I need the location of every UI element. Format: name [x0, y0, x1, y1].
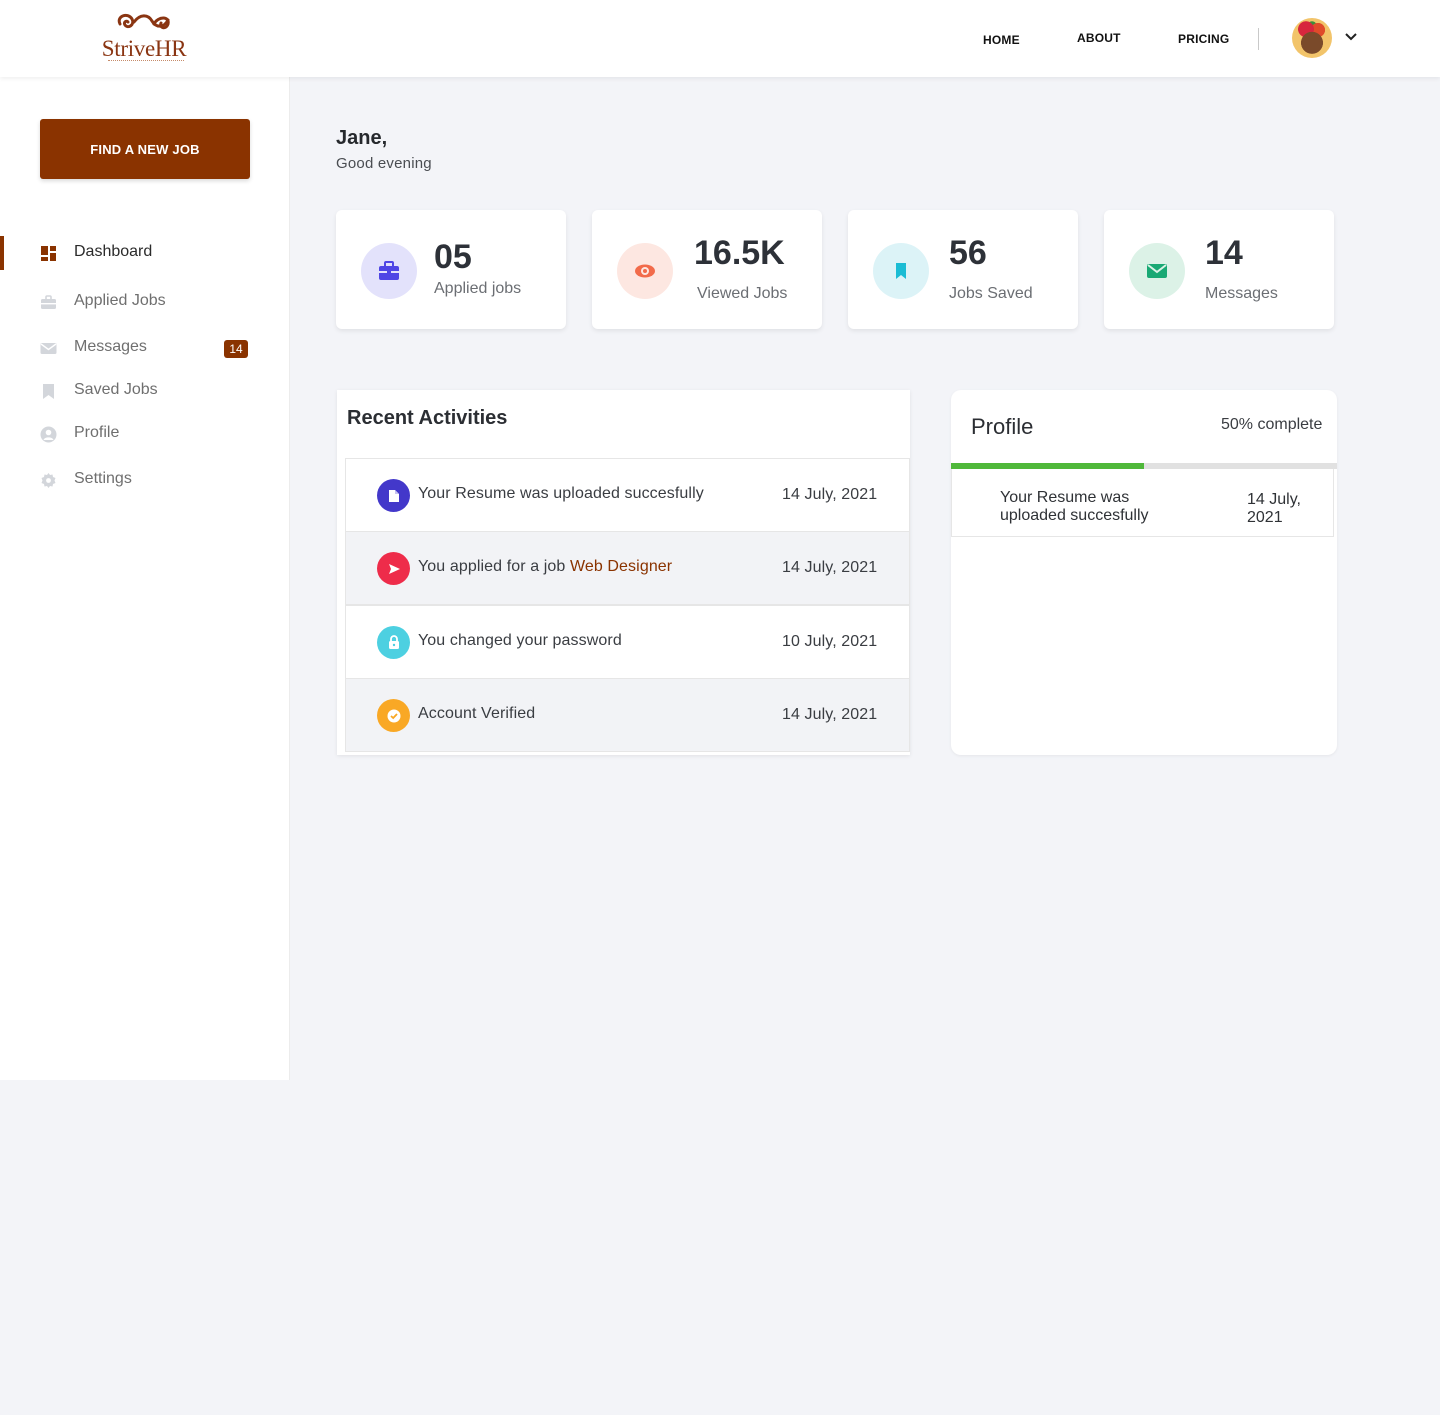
stat-value: 14 [1205, 234, 1243, 272]
stat-label: Viewed Jobs [697, 285, 788, 302]
recent-activities-title: Recent Activities [347, 407, 508, 429]
activity-icon-circle [377, 699, 410, 732]
greeting-name: Jane, [336, 127, 388, 149]
profile-activity-text: Your Resume was uploaded succesfully [1000, 489, 1149, 524]
stat-icon-circle [617, 243, 673, 299]
find-new-job-button[interactable]: FIND A NEW JOB [40, 119, 250, 179]
strivehr-logo[interactable]: StriveHR [96, 8, 192, 68]
sidebar-item-label: Settings [74, 470, 132, 487]
profile-title: Profile [971, 414, 1034, 439]
gear-icon [41, 473, 56, 488]
stat-card-messages[interactable]: 14 Messages [1104, 210, 1334, 329]
sidebar-item-label: Messages [74, 338, 147, 355]
sidebar-item-saved-jobs[interactable]: Saved Jobs [0, 374, 290, 408]
bookmark-icon [43, 384, 54, 399]
sidebar-item-label: Saved Jobs [74, 381, 158, 398]
activity-item[interactable]: Account Verified 14 July, 2021 [345, 678, 910, 752]
briefcase-icon [379, 261, 399, 280]
activity-text: Your Resume was uploaded succesfully [418, 485, 704, 502]
document-icon [388, 489, 399, 502]
activity-text: Account Verified [418, 705, 536, 722]
stat-label: Messages [1205, 285, 1278, 302]
greeting-subtitle: Good evening [336, 155, 432, 172]
avatar[interactable] [1292, 18, 1332, 58]
nav-pricing[interactable]: PRICING [1178, 32, 1229, 46]
activity-text: You applied for a job Web Designer [418, 558, 672, 576]
sidebar: FIND A NEW JOB Dashboard Applied Jobs Me… [0, 77, 290, 1080]
activity-text-prefix: You applied for a job [418, 558, 570, 575]
sidebar-item-messages[interactable]: Messages 14 [0, 331, 290, 365]
nav-about[interactable]: ABOUT [1077, 31, 1121, 45]
top-navbar: StriveHR HOME ABOUT PRICING [0, 0, 1440, 77]
sidebar-item-label: Profile [74, 424, 120, 441]
briefcase-icon [41, 295, 56, 309]
sidebar-item-profile[interactable]: Profile [0, 417, 290, 451]
stat-card-applied-jobs[interactable]: 05 Applied jobs [336, 210, 566, 329]
stat-icon-circle [873, 243, 929, 299]
logo-swirl-icon [117, 13, 170, 30]
stat-value: 16.5K [694, 234, 785, 272]
activity-item[interactable]: Your Resume was uploaded succesfully 14 … [345, 458, 910, 532]
sidebar-item-label: Applied Jobs [74, 292, 166, 309]
profile-activity-item[interactable]: Your Resume was uploaded succesfully 14 … [951, 469, 1334, 537]
stat-card-viewed-jobs[interactable]: 16.5K Viewed Jobs [592, 210, 822, 329]
eye-icon [635, 264, 655, 278]
mail-icon [1147, 264, 1167, 278]
activity-icon-circle [377, 626, 410, 659]
check-icon [387, 709, 400, 722]
activity-icon-circle [377, 479, 410, 512]
active-indicator [0, 236, 4, 270]
profile-panel: Profile 50% complete Your Resume was upl… [951, 390, 1337, 755]
stat-icon-circle [361, 243, 417, 299]
dashboard-icon [41, 246, 56, 261]
stat-value: 05 [434, 238, 472, 276]
send-icon [388, 563, 400, 574]
activity-date: 14 July, 2021 [782, 706, 878, 723]
lock-icon [388, 635, 399, 649]
activity-item[interactable]: You changed your password 10 July, 2021 [345, 605, 910, 679]
recent-activities-panel: Recent Activities Your Resume was upload… [337, 390, 910, 755]
activity-icon-circle [377, 552, 410, 585]
stat-card-jobs-saved[interactable]: 56 Jobs Saved [848, 210, 1078, 329]
chevron-down-icon[interactable] [1344, 30, 1358, 44]
stat-label: Jobs Saved [949, 285, 1033, 302]
logo-text: StriveHR [101, 36, 187, 61]
sidebar-item-label: Dashboard [74, 243, 153, 260]
user-icon [40, 426, 57, 443]
nav-divider [1258, 28, 1259, 50]
stat-value: 56 [949, 234, 987, 272]
activity-item[interactable]: You applied for a job Web Designer 14 Ju… [345, 531, 910, 605]
logo-tagline [108, 60, 184, 62]
activity-date: 10 July, 2021 [782, 633, 878, 650]
sidebar-item-settings[interactable]: Settings [0, 463, 290, 497]
stat-label: Applied jobs [434, 280, 522, 297]
job-link-web-designer[interactable]: Web Designer [570, 558, 672, 575]
profile-activity-date: 14 July, 2021 [1247, 491, 1301, 526]
sidebar-item-dashboard[interactable]: Dashboard [0, 236, 290, 270]
stat-icon-circle [1129, 243, 1185, 299]
bookmark-icon [896, 263, 906, 279]
activity-date: 14 July, 2021 [782, 486, 878, 503]
nav-home[interactable]: HOME [983, 33, 1020, 47]
activity-date: 14 July, 2021 [782, 559, 878, 576]
messages-count-badge: 14 [224, 340, 248, 358]
mail-icon [40, 343, 57, 354]
activity-text: You changed your password [418, 632, 622, 649]
profile-completion-text: 50% complete [1221, 416, 1323, 433]
sidebar-item-applied-jobs[interactable]: Applied Jobs [0, 285, 290, 319]
